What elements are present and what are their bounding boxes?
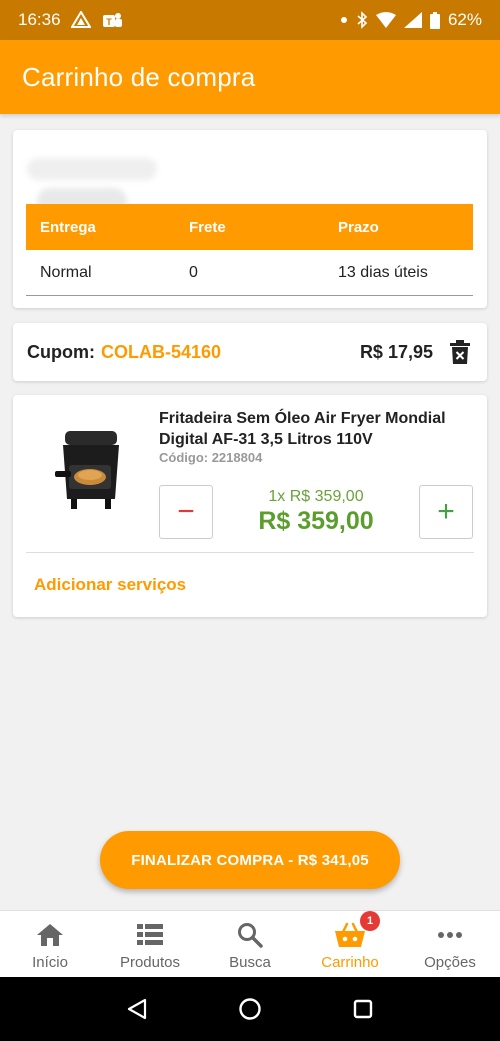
header-prazo: Prazo xyxy=(338,218,379,236)
nav-label-carrinho: Carrinho xyxy=(321,954,379,971)
header-entrega: Entrega xyxy=(40,218,96,236)
list-icon xyxy=(134,920,166,950)
bluetooth-icon xyxy=(356,11,368,29)
app-bar: Carrinho de compra xyxy=(0,40,500,114)
increase-quantity-button[interactable]: + xyxy=(419,485,473,539)
nav-item-carrinho[interactable]: 1 Carrinho xyxy=(300,911,400,978)
back-icon[interactable] xyxy=(117,989,157,1029)
product-code: Código: 2218804 xyxy=(159,450,263,465)
battery-icon xyxy=(429,11,440,29)
more-icon xyxy=(434,920,466,950)
home-icon xyxy=(34,920,66,950)
status-bar: 16:36 T 62% xyxy=(0,0,500,40)
header-frete: Frete xyxy=(189,218,226,236)
teams-icon: T xyxy=(101,11,123,29)
divider xyxy=(26,552,474,553)
delete-coupon-icon[interactable] xyxy=(447,338,473,366)
battery-percent: 62% xyxy=(447,10,482,29)
nav-label-inicio: Início xyxy=(32,954,68,971)
product-image[interactable] xyxy=(53,425,133,515)
checkout-button[interactable]: FINALIZAR COMPRA - R$ 341,05 xyxy=(100,831,400,889)
product-card: Fritadeira Sem Óleo Air Fryer Mondial Di… xyxy=(13,395,487,617)
dot-icon xyxy=(340,16,348,24)
shipping-table-header: Entrega Frete Prazo xyxy=(26,204,473,250)
total-price: R$ 359,00 xyxy=(258,507,374,535)
recents-icon[interactable] xyxy=(343,989,383,1029)
nav-item-opcoes[interactable]: Opções xyxy=(400,911,500,978)
cell-prazo: 13 dias úteis xyxy=(338,263,428,281)
cell-frete: 0 xyxy=(189,263,198,281)
coupon-value: R$ 17,95 xyxy=(359,341,433,362)
home-circle-icon[interactable] xyxy=(230,989,270,1029)
wifi-icon xyxy=(375,12,396,28)
bottom-nav: Início Produtos Busca 1 Carrinho Opções xyxy=(0,910,500,977)
product-name[interactable]: Fritadeira Sem Óleo Air Fryer Mondial Di… xyxy=(159,408,479,450)
signal-icon xyxy=(403,12,422,28)
svg-text:T: T xyxy=(106,17,112,27)
cart-count-badge: 1 xyxy=(360,911,380,931)
search-icon xyxy=(234,920,266,950)
nav-label-busca: Busca xyxy=(229,954,271,971)
drive-icon xyxy=(70,11,91,29)
unit-price: 1x R$ 359,00 xyxy=(268,488,364,505)
coupon-card: Cupom: COLAB-54160 R$ 17,95 xyxy=(13,323,487,381)
coupon-code: COLAB-54160 xyxy=(100,341,222,362)
nav-item-inicio[interactable]: Início xyxy=(0,911,100,978)
decrease-quantity-button[interactable]: − xyxy=(159,485,213,539)
shipping-card: Entrega Frete Prazo Normal 0 13 dias úte… xyxy=(13,130,487,308)
coupon-label: Cupom: xyxy=(27,341,95,362)
shipping-table: Entrega Frete Prazo Normal 0 13 dias úte… xyxy=(26,204,473,296)
shipping-row: Normal 0 13 dias úteis xyxy=(26,250,473,296)
nav-item-busca[interactable]: Busca xyxy=(200,911,300,978)
add-services-link[interactable]: Adicionar serviços xyxy=(34,575,186,595)
nav-item-produtos[interactable]: Produtos xyxy=(100,911,200,978)
status-time: 16:36 xyxy=(18,10,61,29)
nav-label-opcoes: Opções xyxy=(424,954,476,971)
system-nav-bar xyxy=(0,977,500,1041)
page-title: Carrinho de compra xyxy=(22,61,256,92)
nav-label-produtos: Produtos xyxy=(119,954,181,971)
cell-entrega: Normal xyxy=(40,263,92,281)
